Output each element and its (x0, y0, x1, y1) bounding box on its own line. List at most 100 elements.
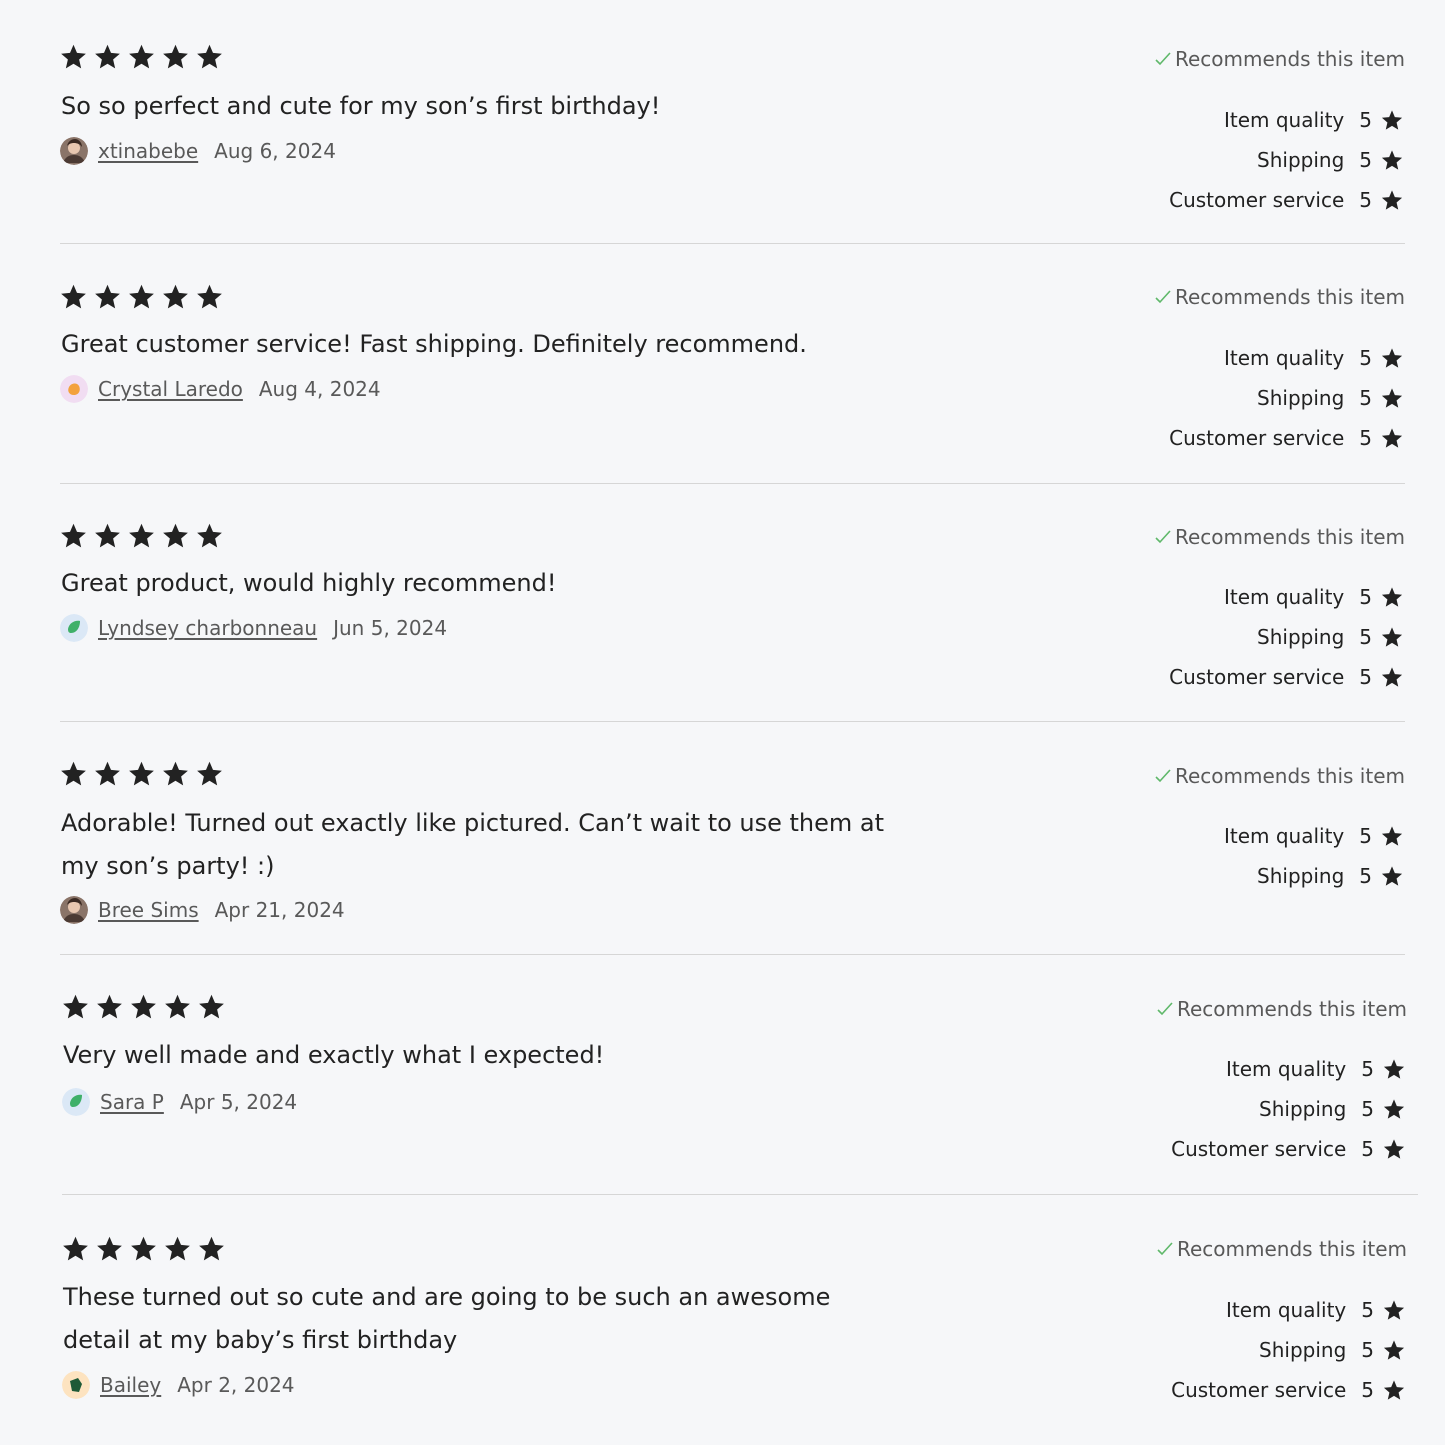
star-rating (60, 43, 223, 70)
author-link[interactable]: Lyndsey charbonneau (98, 616, 317, 640)
review-meta: Crystal Laredo Aug 4, 2024 (60, 375, 381, 403)
star-icon (129, 523, 154, 548)
star-icon (95, 523, 120, 548)
sub-rating-row: Item quality 5 (1169, 338, 1403, 378)
star-icon (97, 994, 122, 1019)
recommends-label: Recommends this item (1175, 285, 1405, 309)
divider (62, 1194, 1418, 1195)
star-icon (95, 284, 120, 309)
star-icon (1381, 190, 1403, 210)
sub-ratings: Item quality 5 Shipping 5 Customer service 5 (1169, 338, 1403, 458)
check-icon (1157, 1002, 1173, 1016)
recommends-badge: Recommends this item (1156, 1237, 1407, 1261)
sub-rating-value: 5 (1361, 1338, 1374, 1362)
sub-rating-value: 5 (1359, 665, 1372, 689)
sub-rating-row: Shipping 5 (1224, 856, 1403, 896)
star-icon (129, 284, 154, 309)
sub-rating-value: 5 (1359, 864, 1372, 888)
divider (60, 954, 1405, 955)
sub-ratings: Item quality 5 Shipping 5 Customer service 5 (1169, 577, 1403, 697)
review-meta: Bree Sims Apr 21, 2024 (60, 896, 345, 924)
green-leaf-avatar-icon (62, 1088, 90, 1116)
star-icon (1381, 866, 1403, 886)
star-icon (199, 1236, 224, 1261)
sub-rating-label: Item quality (1223, 108, 1345, 132)
review-date: Apr 21, 2024 (214, 898, 345, 922)
sub-rating-value: 5 (1359, 585, 1372, 609)
review-text: Great product, would highly recommend! (61, 569, 557, 597)
sub-rating-label: Customer service (1169, 665, 1345, 689)
sub-rating-label: Item quality (1223, 824, 1345, 848)
review-text: These turned out so cute and are going t… (63, 1283, 831, 1354)
sub-rating-value: 5 (1359, 108, 1372, 132)
star-icon (165, 994, 190, 1019)
recommends-badge: Recommends this item (1154, 525, 1405, 549)
sub-rating-value: 5 (1361, 1298, 1374, 1322)
star-icon (163, 284, 188, 309)
sub-rating-row: Customer service 5 (1169, 180, 1403, 220)
reviews-list: So so perfect and cute for my son’s firs… (0, 0, 1445, 1445)
divider (60, 721, 1405, 722)
star-icon (1383, 1059, 1405, 1079)
recommends-label: Recommends this item (1177, 997, 1407, 1021)
sub-rating-label: Customer service (1171, 1378, 1347, 1402)
star-icon (165, 1236, 190, 1261)
star-icon (97, 1236, 122, 1261)
star-icon (61, 284, 86, 309)
review-date: Apr 2, 2024 (177, 1373, 295, 1397)
sub-rating-label: Customer service (1169, 426, 1345, 450)
review-date: Aug 4, 2024 (258, 377, 381, 401)
author-link[interactable]: Bree Sims (98, 898, 199, 922)
sub-rating-row: Shipping 5 (1169, 378, 1403, 418)
star-icon (1383, 1380, 1405, 1400)
star-icon (1381, 667, 1403, 687)
sub-rating-row: Item quality 5 (1169, 577, 1403, 617)
sub-rating-value: 5 (1359, 148, 1372, 172)
photo-avatar-icon (60, 137, 88, 165)
dark-green-leaf-avatar-icon (62, 1371, 90, 1399)
sub-rating-label: Item quality (1225, 1057, 1347, 1081)
recommends-badge: Recommends this item (1154, 47, 1405, 71)
sub-rating-value: 5 (1361, 1378, 1374, 1402)
star-icon (163, 44, 188, 69)
sub-rating-value: 5 (1359, 426, 1372, 450)
sub-rating-label: Customer service (1169, 188, 1345, 212)
star-icon (197, 44, 222, 69)
star-icon (1381, 627, 1403, 647)
sub-rating-value: 5 (1361, 1137, 1374, 1161)
star-icon (129, 44, 154, 69)
recommends-label: Recommends this item (1175, 525, 1405, 549)
author-link[interactable]: Bailey (100, 1373, 161, 1397)
review-text: So so perfect and cute for my son’s firs… (61, 92, 661, 120)
sub-rating-value: 5 (1359, 386, 1372, 410)
author-link[interactable]: xtinabebe (98, 139, 198, 163)
divider (60, 483, 1405, 484)
review-meta: Sara P Apr 5, 2024 (62, 1088, 297, 1116)
star-icon (63, 994, 88, 1019)
sub-rating-value: 5 (1359, 188, 1372, 212)
sub-rating-value: 5 (1359, 346, 1372, 370)
sub-rating-label: Item quality (1225, 1298, 1347, 1322)
recommends-label: Recommends this item (1175, 47, 1405, 71)
star-icon (131, 1236, 156, 1261)
sub-rating-value: 5 (1359, 625, 1372, 649)
review-date: Apr 5, 2024 (179, 1090, 298, 1114)
sub-ratings: Item quality 5 Shipping 5 Customer service 5 (1171, 1290, 1405, 1410)
sub-rating-label: Shipping (1259, 1338, 1347, 1362)
sub-ratings: Item quality 5 Shipping 5 Customer service 5 (1171, 1049, 1405, 1169)
star-rating (60, 760, 223, 787)
sub-rating-label: Shipping (1257, 625, 1345, 649)
star-icon (163, 523, 188, 548)
star-rating (60, 283, 223, 310)
author-link[interactable]: Sara P (100, 1090, 164, 1114)
author-link[interactable]: Crystal Laredo (98, 377, 243, 401)
recommends-badge: Recommends this item (1156, 997, 1407, 1021)
recommends-label: Recommends this item (1177, 1237, 1407, 1261)
sub-rating-label: Shipping (1257, 864, 1345, 888)
star-icon (1383, 1340, 1405, 1360)
sub-rating-row: Shipping 5 (1171, 1330, 1405, 1370)
star-icon (197, 284, 222, 309)
sub-rating-row: Shipping 5 (1169, 617, 1403, 657)
star-icon (131, 994, 156, 1019)
check-icon (1155, 769, 1171, 783)
